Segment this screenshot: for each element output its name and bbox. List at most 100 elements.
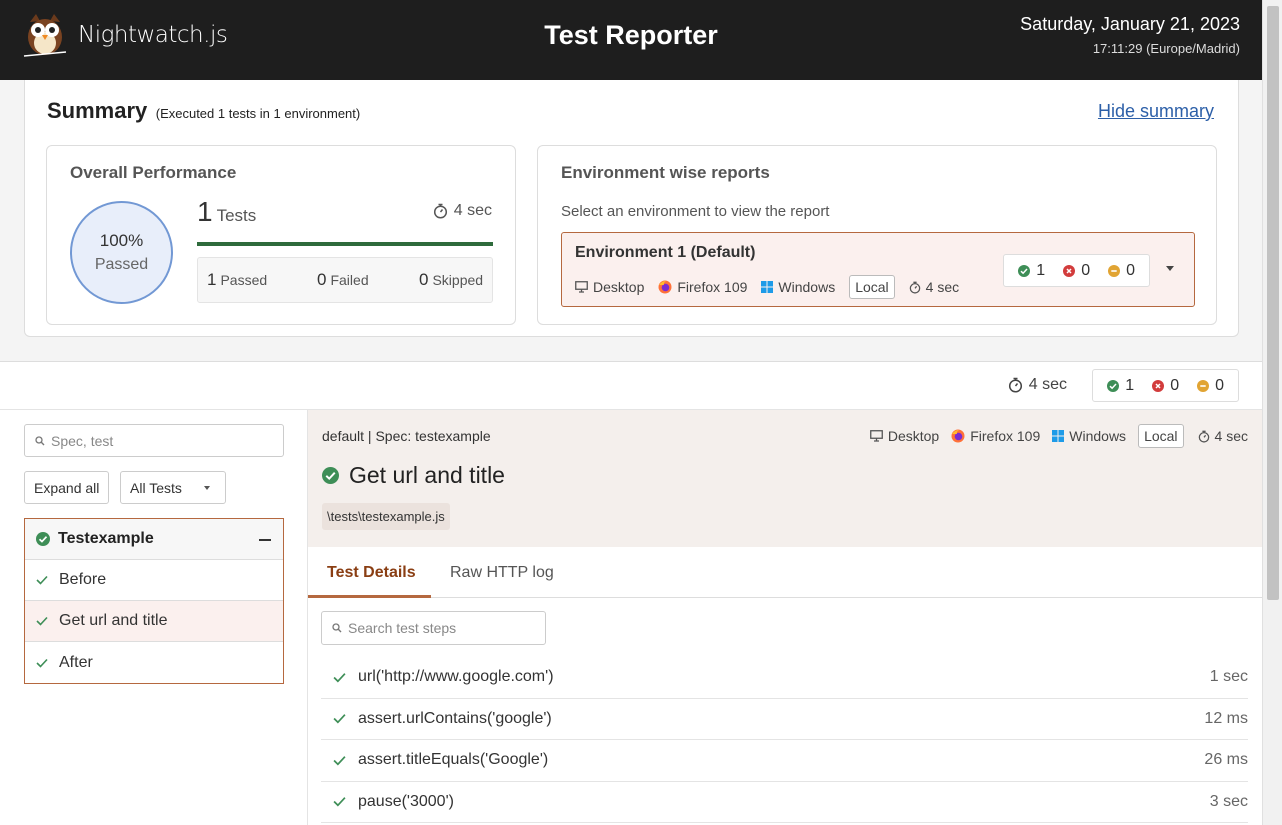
- skipped-count: 0 Skipped: [419, 270, 483, 290]
- passed-count-number: 1: [207, 270, 217, 289]
- sidebar: Spec, test Expand all All Tests Testexam…: [0, 410, 308, 825]
- fail-x-icon: [1152, 379, 1165, 392]
- spec-search-input[interactable]: Spec, test: [24, 424, 284, 457]
- stats-skipped-count: 0: [1215, 376, 1224, 394]
- env-passed-count: 1: [1036, 261, 1046, 279]
- stats-duration-text: 4 sec: [1028, 376, 1067, 393]
- test-step-row[interactable]: pause('3000') 3 sec: [321, 782, 1248, 823]
- active-tab-indicator: [308, 595, 431, 598]
- step-search-placeholder: Search test steps: [348, 620, 457, 636]
- search-icon: [332, 623, 342, 633]
- report-date: Saturday, January 21, 2023 17:11:29 (Eur…: [1020, 14, 1240, 56]
- desktop-icon: [575, 281, 588, 293]
- environment-reports-card: Environment wise reports Select an envir…: [537, 145, 1217, 325]
- test-filter-select[interactable]: All Tests: [120, 471, 226, 504]
- test-step-row[interactable]: assert.urlContains('google') 12 ms: [321, 699, 1248, 740]
- summary-subtitle: (Executed 1 tests in 1 environment): [155, 106, 361, 121]
- tree-item-label: After: [59, 653, 93, 671]
- step-info: pause('3000'): [333, 793, 454, 811]
- check-icon: [333, 672, 346, 683]
- report-time-text: 17:11:29 (Europe/Madrid): [1092, 41, 1240, 56]
- step-name: url('http://www.google.com'): [358, 668, 554, 686]
- stats-failed-pill: 0: [1152, 377, 1179, 395]
- pass-check-icon: [1107, 379, 1120, 392]
- suite-name: Testexample: [58, 530, 154, 547]
- chevron-down-icon: [204, 485, 210, 490]
- env-os-text: Windows: [778, 279, 836, 295]
- pass-check-icon: [322, 467, 339, 484]
- detail-device: Desktop: [869, 428, 940, 444]
- tree-item-after[interactable]: After: [25, 642, 283, 683]
- stats-duration: 4 sec: [1008, 376, 1067, 394]
- detail-duration-text: 4 sec: [1214, 428, 1248, 444]
- environment-row[interactable]: Environment 1 (Default) Desktop Firefox …: [561, 232, 1195, 307]
- test-steps-list: url('http://www.google.com') 1 sec asser…: [321, 657, 1248, 823]
- tests-count-label: Tests: [216, 206, 257, 225]
- pass-check-icon: [1018, 264, 1031, 277]
- search-icon: [35, 435, 45, 445]
- step-search-input[interactable]: Search test steps: [321, 611, 546, 645]
- detail-device-text: Desktop: [887, 428, 940, 444]
- page-scrollbar[interactable]: [1262, 0, 1282, 825]
- step-time: 3 sec: [1209, 792, 1248, 810]
- skipped-count-number: 0: [419, 270, 429, 289]
- suite-header[interactable]: Testexample: [25, 519, 283, 560]
- check-icon: [333, 755, 346, 766]
- environment-reports-title: Environment wise reports: [561, 163, 770, 182]
- tree-item-get-url-and-title[interactable]: Get url and title: [25, 601, 283, 642]
- windows-icon: [761, 281, 774, 293]
- env-duration: 4 sec: [909, 279, 959, 295]
- test-detail-panel: default | Spec: testexample Desktop Fire…: [308, 410, 1262, 825]
- pass-check-icon: [36, 532, 50, 546]
- total-duration: 4 sec: [433, 202, 492, 220]
- pass-rate-circle: 100% Passed: [70, 201, 173, 304]
- env-location-badge: Local: [849, 275, 895, 299]
- scrollbar-thumb[interactable]: [1267, 6, 1279, 600]
- env-skipped-count: 0: [1126, 261, 1135, 279]
- result-counts: 1 Passed 0 Failed 0 Skipped: [197, 257, 493, 303]
- tab-test-details[interactable]: Test Details: [327, 564, 416, 582]
- env-duration-text: 4 sec: [925, 279, 960, 295]
- detail-browser-text: Firefox 109: [970, 428, 1041, 444]
- pass-rate-percent: 100%: [99, 231, 144, 250]
- expand-all-button[interactable]: Expand all: [24, 471, 110, 504]
- top-bar: Nightwatch.js Test Reporter Saturday, Ja…: [0, 0, 1262, 80]
- step-time: 12 ms: [1204, 709, 1248, 727]
- fail-x-icon: [1063, 264, 1076, 277]
- windows-icon: [1052, 430, 1065, 442]
- step-name: pause('3000'): [358, 792, 454, 810]
- stopwatch-icon: [1008, 377, 1022, 393]
- skipped-count-label: Skipped: [432, 272, 484, 288]
- tree-item-before[interactable]: Before: [25, 560, 283, 601]
- check-icon: [333, 797, 346, 807]
- test-title: Get url and title: [322, 462, 505, 489]
- tree-item-label: Get url and title: [59, 612, 168, 629]
- passed-count: 1 Passed: [207, 270, 267, 290]
- overall-performance-card: Overall Performance 100% Passed 1 Tests 4…: [46, 145, 516, 325]
- summary-section: Summary (Executed 1 tests in 1 environme…: [0, 80, 1262, 362]
- stats-bar: 4 sec 1 0 0: [0, 362, 1262, 410]
- chevron-down-icon[interactable]: [1166, 266, 1174, 271]
- test-step-row[interactable]: assert.titleEquals('Google') 26 ms: [321, 740, 1248, 782]
- detail-tabs: Test Details Raw HTTP log: [308, 547, 1262, 598]
- firefox-icon: [951, 429, 965, 443]
- stopwatch-icon: [1198, 430, 1209, 443]
- env-os: Windows: [761, 279, 835, 295]
- detail-os: Windows: [1052, 428, 1126, 444]
- step-info: url('http://www.google.com'): [333, 668, 554, 686]
- env-skipped-pill: 0: [1108, 262, 1135, 280]
- collapse-icon[interactable]: [259, 539, 271, 541]
- passed-count-label: Passed: [220, 272, 268, 288]
- summary-card: Summary (Executed 1 tests in 1 environme…: [24, 80, 1239, 337]
- stats-skipped-pill: 0: [1197, 377, 1224, 395]
- detail-browser: Firefox 109: [951, 428, 1040, 444]
- test-step-row[interactable]: url('http://www.google.com') 1 sec: [321, 657, 1248, 699]
- detail-location-badge: Local: [1138, 424, 1184, 448]
- hide-summary-link[interactable]: Hide summary: [1098, 101, 1214, 122]
- spec-search-placeholder: Spec, test: [51, 432, 114, 449]
- tab-raw-http-log[interactable]: Raw HTTP log: [450, 564, 554, 582]
- stopwatch-icon: [909, 281, 920, 294]
- step-time: 26 ms: [1204, 751, 1248, 769]
- env-browser-text: Firefox 109: [677, 279, 748, 295]
- stats-passed-count: 1: [1125, 376, 1135, 394]
